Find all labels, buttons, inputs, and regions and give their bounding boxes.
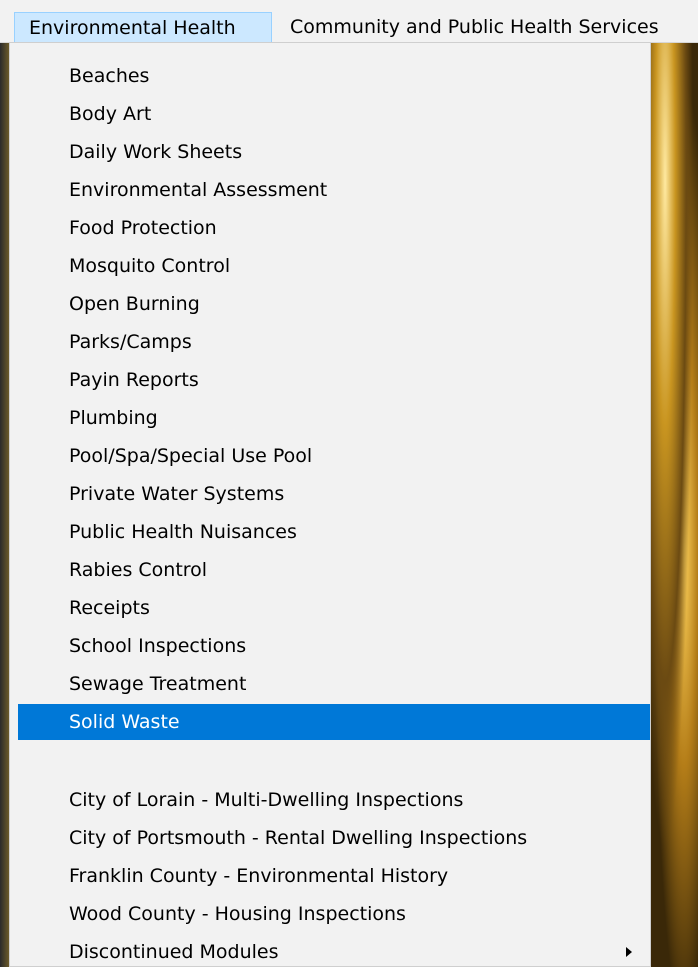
menu-item-receipts[interactable]: Receipts — [18, 590, 650, 626]
menu-item-city-of-lorain[interactable]: City of Lorain - Multi-Dwelling Inspecti… — [18, 782, 650, 818]
menu-item-payin-reports[interactable]: Payin Reports — [18, 362, 650, 398]
menu-item-pool-spa[interactable]: Pool/Spa/Special Use Pool — [18, 438, 650, 474]
menu-item-parks-camps[interactable]: Parks/Camps — [18, 324, 650, 360]
menu-item-sewage-treatment[interactable]: Sewage Treatment — [18, 666, 650, 702]
menu-item-open-burning[interactable]: Open Burning — [18, 286, 650, 322]
menu-item-public-health-nuisances[interactable]: Public Health Nuisances — [18, 514, 650, 550]
background-image — [651, 43, 698, 967]
menu-item-plumbing[interactable]: Plumbing — [18, 400, 650, 436]
menu-item-mosquito-control[interactable]: Mosquito Control — [18, 248, 650, 284]
menu-item-food-protection[interactable]: Food Protection — [18, 210, 650, 246]
menu-item-school-inspections[interactable]: School Inspections — [18, 628, 650, 664]
menu-item-private-water-systems[interactable]: Private Water Systems — [18, 476, 650, 512]
menu-item-discontinued-modules[interactable]: Discontinued Modules — [18, 934, 650, 970]
menu-item-daily-work-sheets[interactable]: Daily Work Sheets — [18, 134, 650, 170]
menu-item-city-of-portsmouth[interactable]: City of Portsmouth - Rental Dwelling Ins… — [18, 820, 650, 856]
menu-environmental-health[interactable]: Environmental Health — [14, 12, 272, 42]
environmental-health-dropdown: Beaches Body Art Daily Work Sheets Envir… — [9, 42, 651, 967]
menu-item-rabies-control[interactable]: Rabies Control — [18, 552, 650, 588]
menu-bar: Environmental Health Community and Publi… — [0, 0, 698, 43]
menu-item-beaches[interactable]: Beaches — [18, 58, 650, 94]
menu-item-solid-waste[interactable]: Solid Waste — [18, 704, 650, 740]
menu-community-public-health[interactable]: Community and Public Health Services — [276, 12, 698, 42]
menu-item-body-art[interactable]: Body Art — [18, 96, 650, 132]
menu-item-wood-county[interactable]: Wood County - Housing Inspections — [18, 896, 650, 932]
menu-item-franklin-county[interactable]: Franklin County - Environmental History — [18, 858, 650, 894]
menu-item-environmental-assessment[interactable]: Environmental Assessment — [18, 172, 650, 208]
discontinued-modules-label: Discontinued Modules — [69, 941, 279, 963]
chevron-right-icon — [626, 947, 632, 957]
background-edge — [0, 43, 9, 967]
